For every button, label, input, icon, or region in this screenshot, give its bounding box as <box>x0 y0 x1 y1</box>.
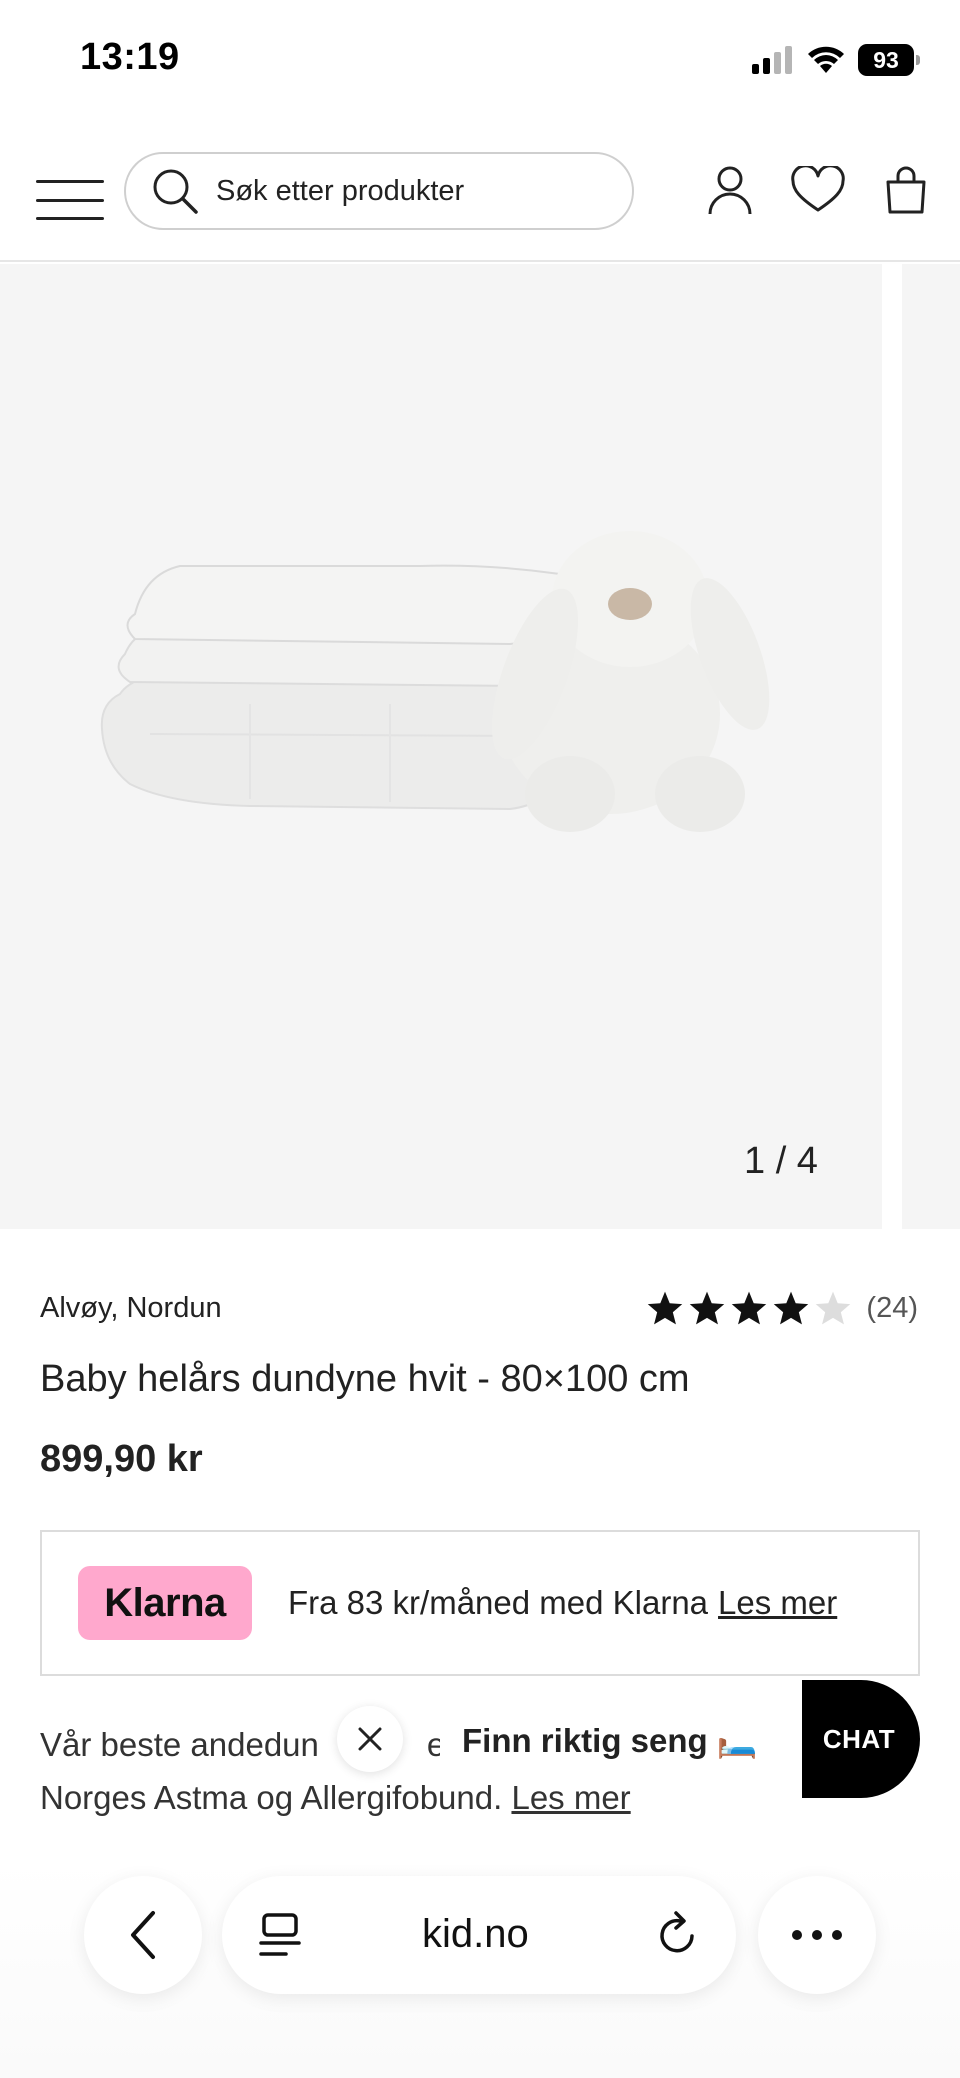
account-button[interactable] <box>702 160 758 220</box>
signal-icon <box>752 46 792 74</box>
gallery-slide[interactable]: 1 / 4 <box>0 264 882 1229</box>
star-icon <box>690 1291 725 1325</box>
menu-button[interactable] <box>36 168 104 232</box>
product-price: 899,90 kr <box>40 1438 203 1480</box>
status-bar: 13:19 93 <box>0 0 960 120</box>
user-icon <box>708 166 752 215</box>
klarna-message: Fra 83 kr/måned med Klarna <box>288 1584 709 1621</box>
description-text: Norges Astma og Allergifo <box>40 1779 420 1816</box>
klarna-read-more-link[interactable]: Les mer <box>718 1584 837 1621</box>
chat-label: CHAT <box>822 1723 896 1754</box>
wishlist-button[interactable] <box>790 160 846 220</box>
description-text-tail: bund. <box>419 1779 503 1816</box>
url-text: kid.no <box>422 1912 529 1956</box>
menu-line <box>36 198 104 202</box>
product-rating[interactable]: (24) <box>646 1290 918 1326</box>
status-time: 13:19 <box>80 36 180 78</box>
product-image <box>100 531 770 832</box>
find-bed-button[interactable]: Finn riktig seng 🛏️ <box>440 1706 780 1776</box>
product-title: Baby helårs dundyne hvit - 80×100 cm <box>40 1358 690 1400</box>
klarna-banner: Klarna Fra 83 kr/måned med Klarna Les mer <box>40 1530 920 1676</box>
header-actions <box>702 160 934 220</box>
klarna-logo: Klarna <box>78 1566 252 1640</box>
klarna-text: Fra 83 kr/måned med Klarna Les mer <box>288 1584 837 1622</box>
browser-toolbar: kid.no <box>0 1860 960 2078</box>
search-icon <box>153 169 198 214</box>
tabs-icon <box>259 1913 301 1956</box>
close-icon <box>358 1727 382 1751</box>
menu-line <box>36 217 104 220</box>
rating-count: (24) <box>866 1291 918 1324</box>
product-gallery[interactable]: 1 / 4 <box>0 264 960 1229</box>
site-header: Søk etter produkter <box>0 140 960 262</box>
battery-icon: 93 <box>858 44 920 76</box>
wifi-icon <box>808 46 844 73</box>
heart-icon <box>791 166 845 212</box>
browser-more-button[interactable] <box>758 1876 876 1994</box>
gallery-next-slide[interactable] <box>902 264 960 1229</box>
star-empty-icon <box>816 1291 851 1325</box>
reload-icon[interactable] <box>656 1910 700 1958</box>
chevron-left-icon <box>131 1911 155 1959</box>
search-input[interactable]: Søk etter produkter <box>124 152 634 230</box>
star-icon <box>732 1291 767 1325</box>
menu-line <box>36 180 104 183</box>
star-icon <box>774 1291 809 1325</box>
cart-button[interactable] <box>878 160 934 220</box>
description-read-more-link[interactable]: Les mer <box>511 1779 630 1816</box>
product-brand: Alvøy, Nordun <box>40 1292 222 1324</box>
description-line-2: Norges Astma og Allergifobund. Les mer <box>40 1771 880 1824</box>
address-bar[interactable]: kid.no <box>222 1876 736 1994</box>
more-icon <box>792 1930 842 1940</box>
search-placeholder: Søk etter produkter <box>216 174 465 207</box>
description-text: Vår beste andedun <box>40 1726 319 1763</box>
shopping-bag-icon <box>886 166 926 214</box>
browser-back-button[interactable] <box>84 1876 202 1994</box>
close-popup-button[interactable] <box>337 1706 403 1772</box>
gallery-counter: 1 / 4 <box>744 1140 818 1182</box>
chat-button[interactable]: CHAT <box>802 1680 920 1798</box>
status-icons: 93 <box>752 44 920 76</box>
star-icon <box>648 1291 683 1325</box>
